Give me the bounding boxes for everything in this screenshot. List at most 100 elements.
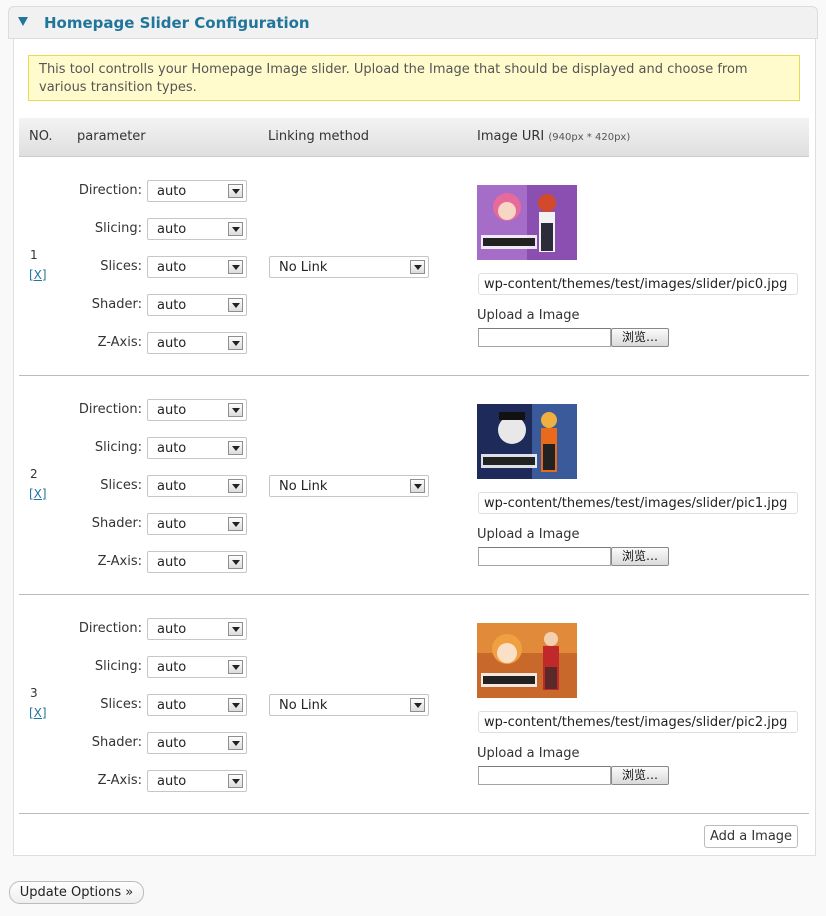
direction-value: auto	[157, 403, 187, 418]
direction-select[interactable]: auto	[147, 399, 247, 421]
link-method-value: No Link	[279, 698, 328, 713]
slices-value: auto	[157, 698, 187, 713]
link-method-value: No Link	[279, 479, 328, 494]
dropdown-arrow-icon	[228, 222, 243, 236]
collapse-arrow-icon[interactable]	[18, 17, 28, 26]
zaxis-label: Z-Axis:	[97, 773, 142, 788]
image-uri-field[interactable]: wp-content/themes/test/images/slider/pic…	[478, 711, 798, 733]
image-size-hint: (940px * 420px)	[548, 132, 631, 143]
slide-thumbnail-image	[477, 404, 577, 479]
shader-value: auto	[157, 298, 187, 313]
shader-value: auto	[157, 517, 187, 532]
slicing-label: Slicing:	[94, 659, 142, 674]
file-upload-input[interactable]	[478, 547, 611, 566]
add-image-button[interactable]: Add a Image	[704, 825, 798, 848]
browse-button[interactable]: 浏览…	[611, 547, 669, 566]
zaxis-value: auto	[157, 555, 187, 570]
panel-title: Homepage Slider Configuration	[44, 14, 310, 32]
slide-thumbnail-image	[477, 623, 577, 698]
shader-label: Shader:	[91, 297, 142, 312]
zaxis-label: Z-Axis:	[97, 554, 142, 569]
dropdown-arrow-icon	[228, 555, 243, 569]
zaxis-select[interactable]: auto	[147, 770, 247, 792]
direction-value: auto	[157, 184, 187, 199]
dropdown-arrow-icon	[410, 479, 425, 493]
slide-row: 3 [X] Direction: auto Slicing: auto Slic…	[19, 595, 809, 814]
direction-select[interactable]: auto	[147, 618, 247, 640]
shader-select[interactable]: auto	[147, 732, 247, 754]
link-method-value: No Link	[279, 260, 328, 275]
shader-select[interactable]: auto	[147, 513, 247, 535]
dropdown-arrow-icon	[228, 260, 243, 274]
link-method-select[interactable]: No Link	[269, 475, 429, 497]
slices-select[interactable]: auto	[147, 256, 247, 278]
zaxis-select[interactable]: auto	[147, 332, 247, 354]
file-upload-input[interactable]	[478, 328, 611, 347]
shader-label: Shader:	[91, 735, 142, 750]
dropdown-arrow-icon	[228, 698, 243, 712]
dropdown-arrow-icon	[228, 660, 243, 674]
link-method-select[interactable]: No Link	[269, 256, 429, 278]
dropdown-arrow-icon	[410, 698, 425, 712]
browse-button[interactable]: 浏览…	[611, 766, 669, 785]
shader-select[interactable]: auto	[147, 294, 247, 316]
direction-label: Direction:	[78, 183, 142, 198]
col-header-parameter: parameter	[77, 129, 146, 144]
shader-value: auto	[157, 736, 187, 751]
dropdown-arrow-icon	[228, 774, 243, 788]
dropdown-arrow-icon	[228, 736, 243, 750]
image-uri-field[interactable]: wp-content/themes/test/images/slider/pic…	[478, 492, 798, 514]
dropdown-arrow-icon	[410, 260, 425, 274]
dropdown-arrow-icon	[228, 517, 243, 531]
slicing-label: Slicing:	[94, 440, 142, 455]
image-uri-field[interactable]: wp-content/themes/test/images/slider/pic…	[478, 273, 798, 295]
slide-row: 2 [X] Direction: auto Slicing: auto Slic…	[19, 376, 809, 595]
slicing-value: auto	[157, 441, 187, 456]
slices-select[interactable]: auto	[147, 694, 247, 716]
zaxis-label: Z-Axis:	[97, 335, 142, 350]
direction-value: auto	[157, 622, 187, 637]
upload-label: Upload a Image	[477, 308, 580, 323]
dropdown-arrow-icon	[228, 479, 243, 493]
link-method-select[interactable]: No Link	[269, 694, 429, 716]
col-header-image-label: Image URI	[477, 129, 545, 144]
direction-label: Direction:	[78, 621, 142, 636]
zaxis-select[interactable]: auto	[147, 551, 247, 573]
slicing-select[interactable]: auto	[147, 437, 247, 459]
dropdown-arrow-icon	[228, 184, 243, 198]
slicing-value: auto	[157, 660, 187, 675]
zaxis-value: auto	[157, 336, 187, 351]
config-panel-header[interactable]: Homepage Slider Configuration	[8, 6, 818, 39]
slicing-select[interactable]: auto	[147, 218, 247, 240]
slices-value: auto	[157, 260, 187, 275]
table-header: NO. parameter Linking method Image URI (…	[19, 118, 809, 157]
col-header-no: NO.	[29, 129, 53, 144]
slices-label: Slices:	[100, 259, 142, 274]
slicing-label: Slicing:	[94, 221, 142, 236]
slide-row: 1 [X] Direction: auto Slicing: auto Slic…	[19, 157, 809, 376]
col-header-linking: Linking method	[268, 129, 370, 144]
update-options-button[interactable]: Update Options »	[9, 881, 144, 904]
dropdown-arrow-icon	[228, 298, 243, 312]
slices-value: auto	[157, 479, 187, 494]
col-header-image: Image URI (940px * 420px)	[477, 129, 630, 144]
slicing-value: auto	[157, 222, 187, 237]
dropdown-arrow-icon	[228, 622, 243, 636]
slices-select[interactable]: auto	[147, 475, 247, 497]
info-notice: This tool controlls your Homepage Image …	[28, 55, 800, 101]
direction-label: Direction:	[78, 402, 142, 417]
slicing-select[interactable]: auto	[147, 656, 247, 678]
upload-label: Upload a Image	[477, 527, 580, 542]
direction-select[interactable]: auto	[147, 180, 247, 202]
slices-label: Slices:	[100, 697, 142, 712]
shader-label: Shader:	[91, 516, 142, 531]
file-upload-input[interactable]	[478, 766, 611, 785]
slices-label: Slices:	[100, 478, 142, 493]
dropdown-arrow-icon	[228, 336, 243, 350]
browse-button[interactable]: 浏览…	[611, 328, 669, 347]
slide-thumbnail-image	[477, 185, 577, 260]
dropdown-arrow-icon	[228, 441, 243, 455]
upload-label: Upload a Image	[477, 746, 580, 761]
zaxis-value: auto	[157, 774, 187, 789]
dropdown-arrow-icon	[228, 403, 243, 417]
